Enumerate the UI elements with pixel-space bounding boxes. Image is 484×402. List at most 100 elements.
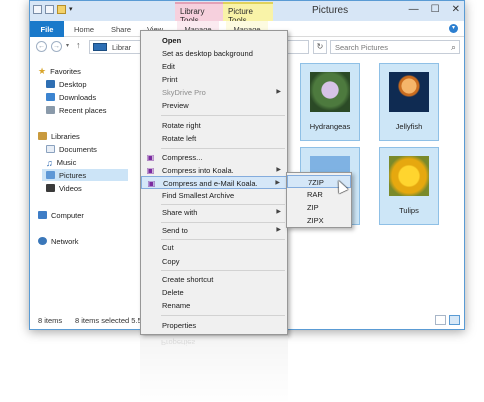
- menu-label: Compress into Koala.: [162, 166, 234, 175]
- menu-label: ZIPX: [307, 216, 324, 225]
- menu-separator: [161, 239, 285, 240]
- menu-item-cut[interactable]: Cut: [141, 241, 287, 254]
- file-name: Tulips: [399, 206, 419, 215]
- menu-item-share-with[interactable]: Share with ▶: [141, 206, 287, 219]
- nav-label: Documents: [59, 144, 97, 154]
- maximize-button[interactable]: ☐: [431, 4, 440, 15]
- nav-label: Videos: [59, 183, 82, 193]
- nav-label: Pictures: [59, 170, 87, 180]
- menu-item-compress-and-email-koala[interactable]: ▣ Compress and e-Mail Koala. ▶: [141, 176, 287, 189]
- menu-item-copy[interactable]: Copy: [141, 255, 287, 268]
- submenu-arrow-icon: ▶: [276, 167, 281, 173]
- library-tools-context-tab: Library Tools: [175, 2, 223, 25]
- file-item-hydrangeas[interactable]: Hydrangeas: [300, 63, 360, 141]
- pictures-icon: [46, 171, 55, 179]
- nav-item-computer[interactable]: Computer: [38, 209, 84, 221]
- menu-item-delete[interactable]: Delete: [141, 286, 287, 299]
- close-button[interactable]: ✕: [452, 4, 460, 15]
- nav-item-desktop[interactable]: Desktop: [46, 78, 87, 90]
- menu-separator: [161, 115, 285, 116]
- computer-icon: [38, 211, 47, 219]
- details-view-button[interactable]: [435, 315, 446, 325]
- nav-label: Desktop: [59, 79, 87, 89]
- up-button[interactable]: ↑: [76, 40, 81, 50]
- menu-item-rename[interactable]: Rename: [141, 299, 287, 312]
- menu-label: ZIP: [307, 203, 319, 212]
- expand-ribbon-icon[interactable]: ▾: [449, 24, 458, 33]
- menu-item-send-to[interactable]: Send to ▶: [141, 224, 287, 237]
- tab-share[interactable]: Share: [106, 21, 136, 37]
- submenu-arrow-icon: ▶: [276, 227, 281, 233]
- search-input[interactable]: Search Pictures ⌕: [330, 40, 460, 54]
- network-icon: [38, 237, 47, 245]
- large-icons-view-button[interactable]: [449, 315, 460, 325]
- quick-access-toolbar: ▾: [33, 5, 78, 14]
- nav-item-videos[interactable]: Videos: [46, 182, 82, 194]
- explorer-icon[interactable]: [33, 5, 42, 14]
- forward-button[interactable]: →: [51, 41, 62, 52]
- menu-item-rotate-left[interactable]: Rotate left: [141, 132, 287, 145]
- submenu-item-zip[interactable]: ZIP: [287, 201, 351, 214]
- menu-item-set-desktop-background[interactable]: Set as desktop background: [141, 47, 287, 60]
- menu-item-edit[interactable]: Edit: [141, 60, 287, 73]
- refresh-button[interactable]: ↻: [313, 40, 327, 54]
- tab-file[interactable]: File: [30, 21, 64, 37]
- minimize-button[interactable]: —: [409, 4, 419, 15]
- nav-item-libraries[interactable]: Libraries: [38, 130, 80, 142]
- submenu-arrow-icon: ▶: [276, 89, 281, 95]
- nav-item-favorites[interactable]: ★ Favorites: [38, 65, 81, 77]
- nav-item-network[interactable]: Network: [38, 235, 79, 247]
- menu-separator: [161, 270, 285, 271]
- nav-item-pictures[interactable]: Pictures: [42, 169, 128, 181]
- nav-label: Music: [56, 157, 77, 167]
- menu-label: Copy: [162, 257, 180, 266]
- menu-separator: [161, 204, 285, 205]
- recent-places-icon: [46, 106, 55, 114]
- nav-item-music[interactable]: ♫ Music: [46, 156, 77, 169]
- submenu-arrow-icon: ▶: [275, 180, 280, 186]
- submenu-item-zipx[interactable]: ZIPX: [287, 214, 351, 227]
- item-count: 8 items: [38, 316, 63, 325]
- videos-icon: [46, 184, 55, 192]
- menu-item-open[interactable]: Open: [141, 34, 287, 47]
- context-menu: Open Set as desktop background Edit Prin…: [140, 30, 288, 335]
- nav-item-recent-places[interactable]: Recent places: [46, 104, 107, 116]
- menu-item-skydrive-pro[interactable]: SkyDrive Pro ▶: [141, 86, 287, 99]
- file-name: Jellyfish: [395, 122, 423, 131]
- menu-label: RAR: [307, 190, 323, 199]
- libraries-icon: [38, 132, 47, 140]
- menu-label: Send to: [162, 226, 188, 235]
- nav-label: Libraries: [51, 131, 80, 141]
- documents-icon: [46, 145, 55, 153]
- nav-item-documents[interactable]: Documents: [46, 143, 97, 155]
- menu-item-rotate-right[interactable]: Rotate right: [141, 119, 287, 132]
- menu-label: Print: [162, 75, 178, 84]
- back-button[interactable]: ←: [36, 41, 47, 52]
- nav-label: Computer: [51, 210, 84, 220]
- menu-separator: [161, 148, 285, 149]
- music-icon: ♫: [46, 158, 53, 168]
- new-folder-icon[interactable]: [57, 5, 66, 14]
- menu-label: 7ZIP: [308, 178, 324, 187]
- menu-item-create-shortcut[interactable]: Create shortcut: [141, 273, 287, 286]
- menu-item-preview[interactable]: Preview: [141, 99, 287, 112]
- recent-locations-chevron-icon[interactable]: ▾: [66, 42, 69, 49]
- file-item-jellyfish[interactable]: Jellyfish: [379, 63, 439, 141]
- menu-item-compress[interactable]: ▣ Compress...: [141, 151, 287, 164]
- search-icon: ⌕: [450, 42, 456, 52]
- star-icon: ★: [38, 66, 47, 76]
- properties-icon[interactable]: [45, 5, 54, 14]
- menu-label: Rotate left: [162, 134, 197, 143]
- desktop-icon: [46, 80, 55, 88]
- tab-home[interactable]: Home: [70, 21, 98, 37]
- menu-item-find-smallest-archive[interactable]: Find Smallest Archive: [141, 189, 287, 202]
- nav-item-downloads[interactable]: Downloads: [46, 91, 96, 103]
- menu-label: Rename: [162, 301, 191, 310]
- menu-reflection: Properties: [140, 336, 288, 402]
- menu-label: Open: [162, 36, 182, 45]
- customize-toolbar-icon[interactable]: ▾: [69, 5, 78, 14]
- file-item-tulips[interactable]: Tulips: [379, 147, 439, 225]
- menu-item-print[interactable]: Print: [141, 73, 287, 86]
- menu-item-properties[interactable]: Properties: [141, 319, 287, 332]
- nav-label: Recent places: [59, 105, 107, 115]
